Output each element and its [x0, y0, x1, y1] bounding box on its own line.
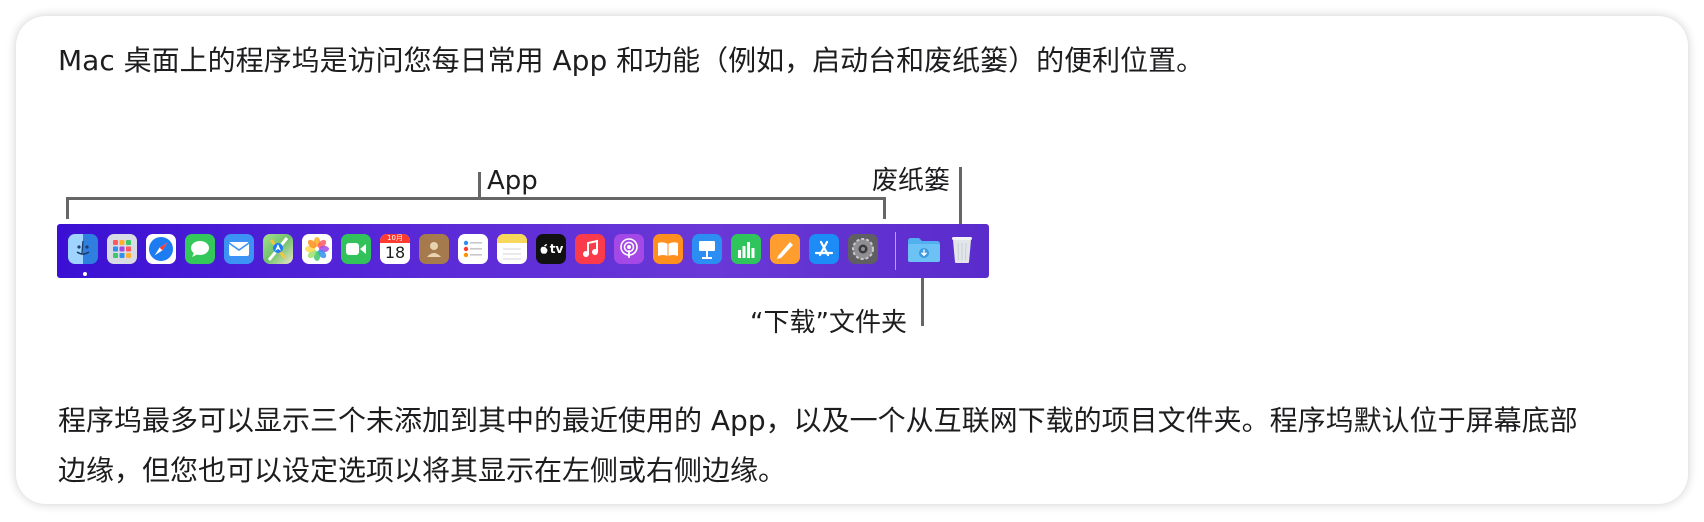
body-paragraph-line-2: 边缘，但您也可以设定选项以将其显示在左侧或右侧边缘。: [58, 454, 787, 487]
safari-icon[interactable]: [146, 234, 176, 264]
reminders-icon[interactable]: [458, 234, 488, 264]
books-icon[interactable]: [653, 234, 683, 264]
calendar-month: 10月: [380, 234, 410, 243]
apple-tv-label: tv: [549, 242, 564, 256]
mail-icon[interactable]: [224, 234, 254, 264]
music-icon[interactable]: [575, 234, 605, 264]
app-callout-label: App: [487, 166, 538, 196]
notes-icon[interactable]: [497, 234, 527, 264]
app-bracket-left-tick: [66, 197, 69, 219]
system-settings-icon[interactable]: [848, 234, 878, 264]
content-card: Mac 桌面上的程序坞是访问您每日常用 App 和功能（例如，启动台和废纸篓）的…: [16, 16, 1688, 504]
body-paragraph-line-1: 程序坞最多可以显示三个未添加到其中的最近使用的 App，以及一个从互联网下载的项…: [58, 404, 1578, 437]
pages-icon[interactable]: [770, 234, 800, 264]
dock-separator: [895, 232, 896, 270]
trash-leader-line: [959, 167, 962, 225]
downloads-folder-icon[interactable]: [906, 234, 942, 264]
trash-icon[interactable]: [948, 234, 976, 264]
calendar-day: 18: [384, 243, 406, 262]
dock: 10月 18 tv: [57, 224, 989, 278]
maps-icon[interactable]: [263, 234, 293, 264]
finder-running-indicator: [83, 272, 87, 276]
downloads-callout-label: “下载”文件夹: [750, 308, 907, 338]
photos-icon[interactable]: [302, 234, 332, 264]
app-store-icon[interactable]: [809, 234, 839, 264]
app-bracket-horizontal: [66, 197, 886, 200]
intro-paragraph: Mac 桌面上的程序坞是访问您每日常用 App 和功能（例如，启动台和废纸篓）的…: [58, 44, 1205, 77]
contacts-icon[interactable]: [419, 234, 449, 264]
calendar-icon[interactable]: 10月 18: [380, 234, 410, 264]
finder-icon[interactable]: [68, 234, 98, 264]
app-bracket-center-stem: [478, 172, 481, 200]
numbers-icon[interactable]: [731, 234, 761, 264]
messages-icon[interactable]: [185, 234, 215, 264]
podcasts-icon[interactable]: [614, 234, 644, 264]
downloads-leader-line: [921, 278, 924, 326]
facetime-icon[interactable]: [341, 234, 371, 264]
trash-callout-label: 废纸篓: [872, 166, 951, 196]
apple-tv-icon[interactable]: tv: [536, 234, 566, 264]
app-bracket-right-tick: [883, 197, 886, 219]
launchpad-icon[interactable]: [107, 234, 137, 264]
keynote-icon[interactable]: [692, 234, 722, 264]
